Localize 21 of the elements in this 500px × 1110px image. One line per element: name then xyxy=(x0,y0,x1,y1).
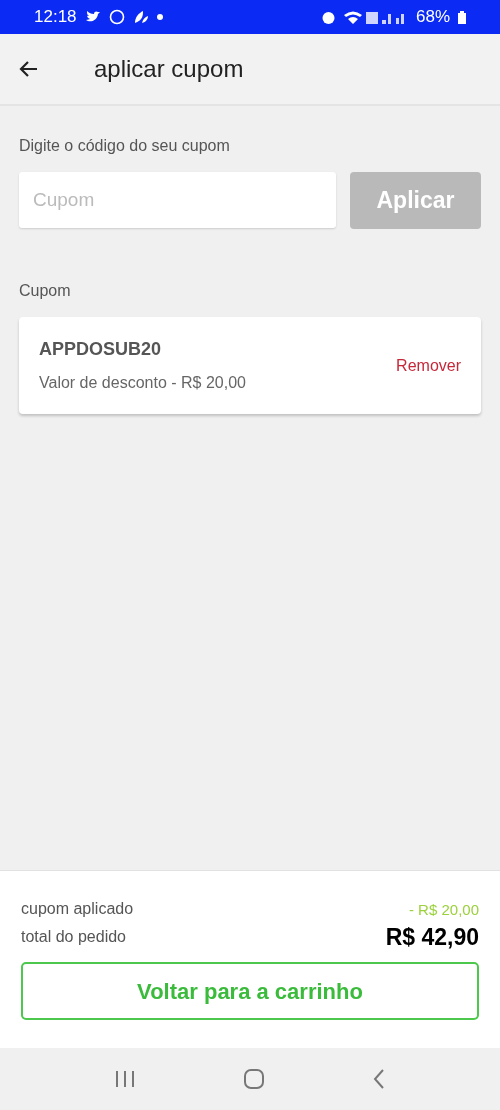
summary-value: - R$ 20,00 xyxy=(408,899,479,920)
field-label: Digite o código do seu cupom xyxy=(19,136,231,156)
back-to-cart-button[interactable]: Voltar para a carrinho xyxy=(21,962,479,1020)
back-icon[interactable] xyxy=(372,1068,387,1090)
remove-button[interactable]: Remover xyxy=(396,353,461,378)
coupon-code: APPDOSUB20 xyxy=(39,338,163,361)
bird-icon xyxy=(84,10,101,24)
dot-icon xyxy=(156,14,163,20)
battery-percent: 68% xyxy=(415,6,450,29)
summary-label: total do pedido xyxy=(21,927,126,947)
summary-value: R$ 42,90 xyxy=(385,926,479,949)
home-icon[interactable] xyxy=(243,1068,265,1090)
status-time: 12:18 xyxy=(34,6,77,29)
coupon-description: Valor de desconto - R$ 20,00 xyxy=(39,373,246,393)
battery-icon xyxy=(458,10,466,24)
leaf-icon xyxy=(132,10,149,24)
section-title: Cupom xyxy=(19,281,72,301)
page-title: aplicar cupom xyxy=(94,54,244,84)
coupon-input[interactable]: Cupom xyxy=(19,172,336,228)
summary-label: cupom aplicado xyxy=(21,899,134,919)
recent-apps-icon[interactable] xyxy=(113,1069,136,1089)
